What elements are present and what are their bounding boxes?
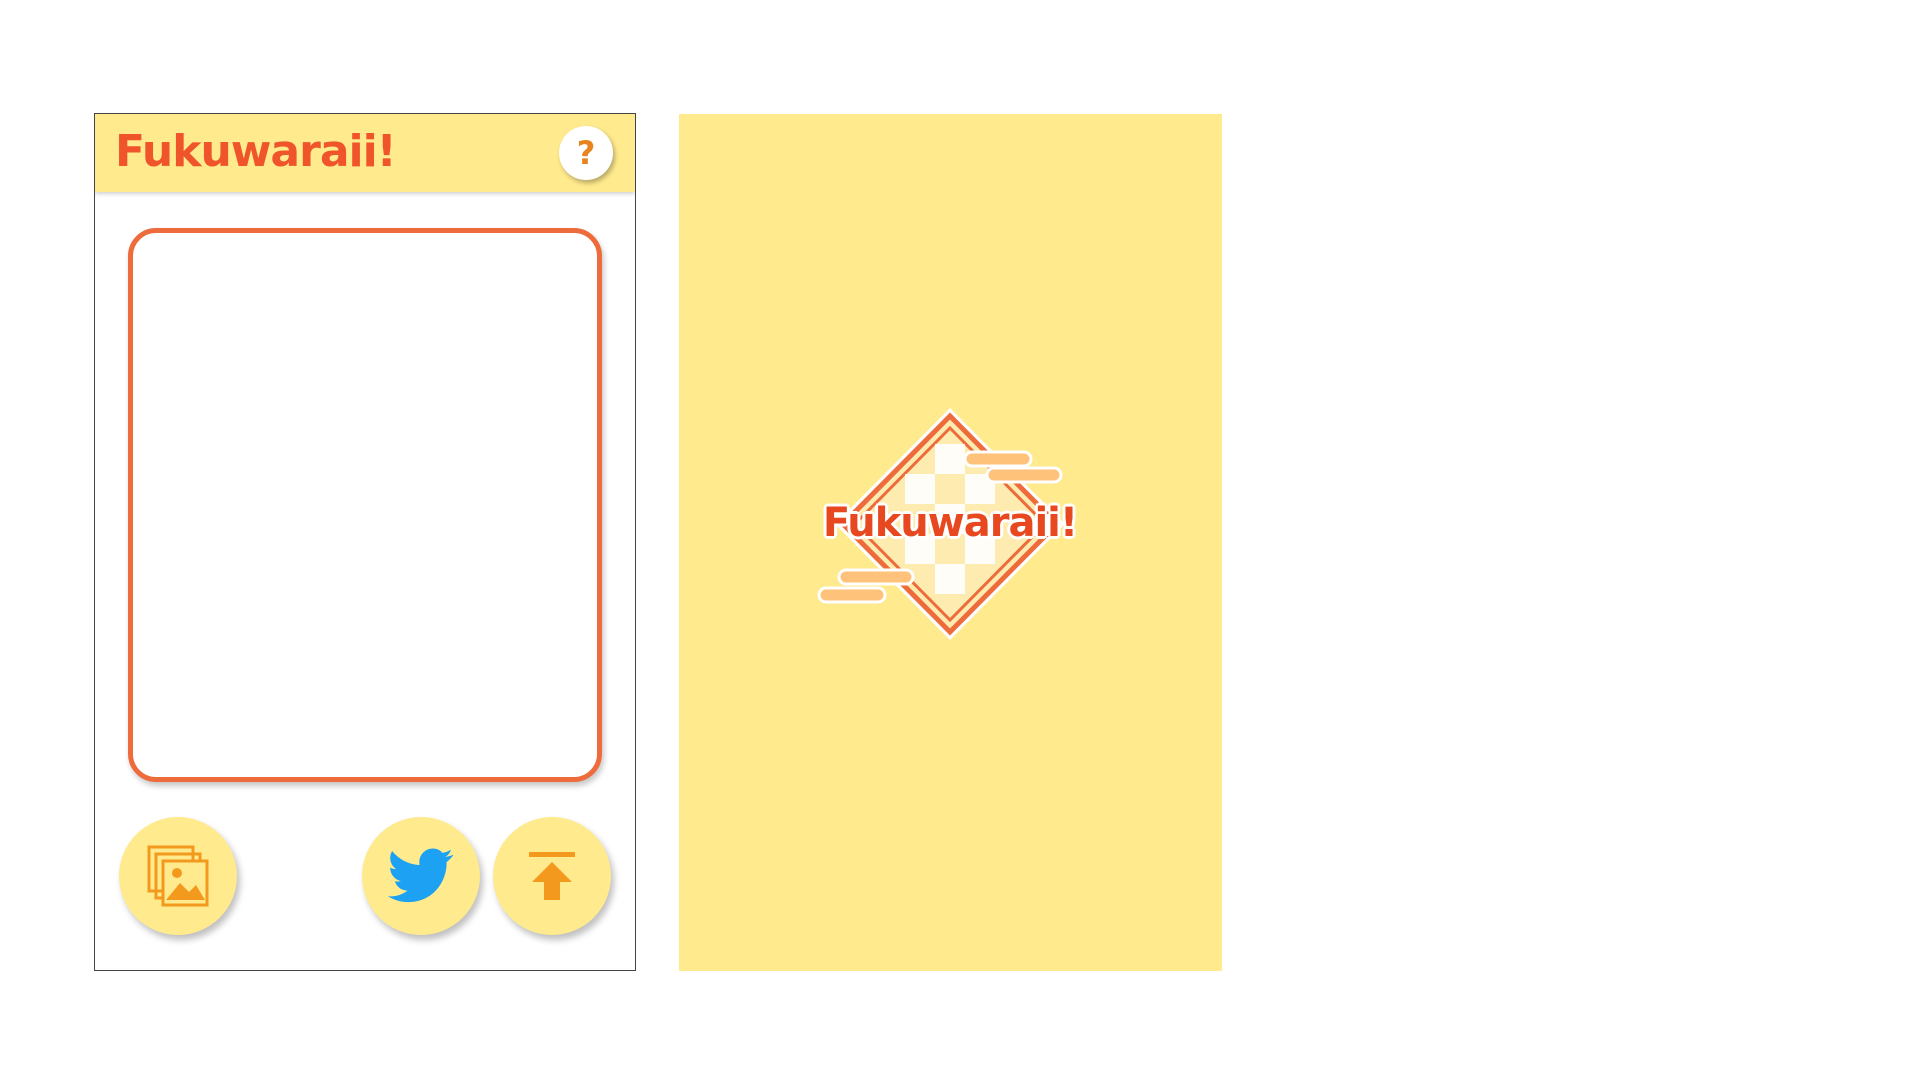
twitter-share-button[interactable] bbox=[362, 817, 480, 935]
splash-screen: Fukuwaraii! bbox=[679, 114, 1222, 971]
help-icon: ? bbox=[576, 134, 596, 172]
app-title: Fukuwaraii! bbox=[115, 126, 397, 177]
twitter-bird-icon bbox=[388, 848, 454, 903]
face-canvas[interactable] bbox=[128, 228, 602, 782]
image-gallery-icon bbox=[147, 845, 209, 907]
help-button[interactable]: ? bbox=[559, 126, 613, 180]
splash-logo: Fukuwaraii! bbox=[815, 404, 1085, 644]
splash-logo-text: Fukuwaraii! bbox=[822, 500, 1078, 546]
upload-arrow-icon bbox=[529, 852, 575, 900]
editor-screen: Fukuwaraii! ? bbox=[94, 113, 636, 971]
app-header: Fukuwaraii! ? bbox=[95, 114, 635, 192]
gallery-button[interactable] bbox=[119, 817, 237, 935]
upload-button[interactable] bbox=[493, 817, 611, 935]
